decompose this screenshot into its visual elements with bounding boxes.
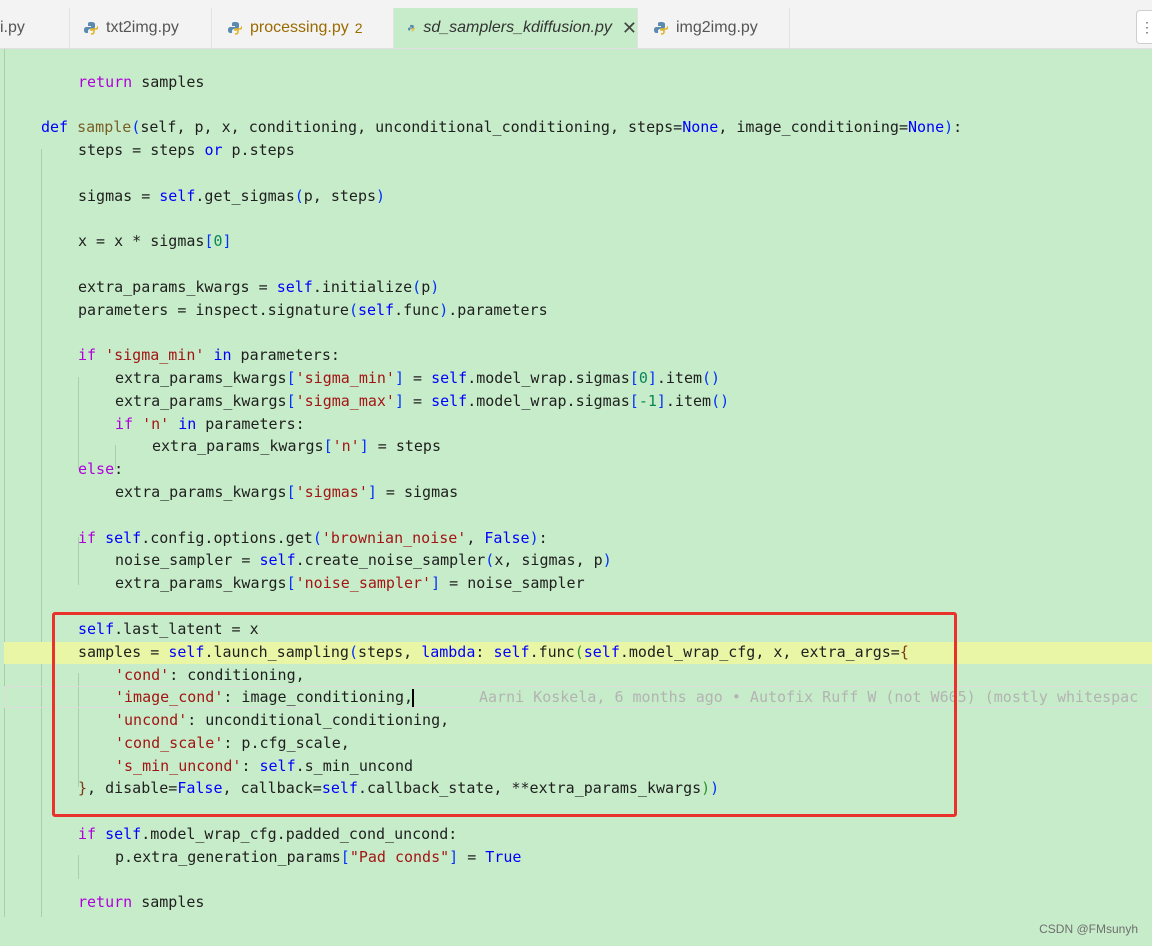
tab-label: sd_samplers_kdiffusion.py	[423, 19, 612, 36]
tab-label: txt2img.py	[106, 19, 179, 36]
code-line: if 'sigma_min' in parameters:	[78, 346, 340, 364]
tab-label: img2img.py	[676, 19, 758, 36]
code-line: return samples	[78, 73, 205, 91]
code-line: noise_sampler = self.create_noise_sample…	[115, 551, 612, 569]
code-line: extra_params_kwargs['sigmas'] = sigmas	[115, 483, 459, 501]
code-line: p.extra_generation_params["Pad conds"] =…	[115, 848, 522, 866]
code-line: if 'n' in parameters:	[115, 415, 305, 433]
code-line: else:	[78, 460, 124, 478]
code-line: return samples	[78, 893, 205, 911]
code-line: extra_params_kwargs['noise_sampler'] = n…	[115, 574, 585, 592]
python-file-icon	[654, 22, 668, 35]
code-line: extra_params_kwargs['sigma_min'] = self.…	[115, 369, 721, 387]
code-line: extra_params_kwargs['n'] = steps	[152, 437, 441, 455]
code-line: extra_params_kwargs = self.initialize(p)	[78, 278, 440, 296]
indent-guide	[78, 855, 79, 879]
indent-guide	[41, 149, 42, 917]
watermark: CSDN @FMsunyh	[1039, 922, 1138, 936]
close-icon[interactable]: ✕	[622, 18, 637, 39]
code-line: if self.model_wrap_cfg.padded_cond_uncon…	[78, 825, 458, 843]
code-line: if self.config.options.get('brownian_noi…	[78, 529, 548, 547]
code-line: def sample(self, p, x, conditioning, unc…	[41, 118, 963, 136]
code-line: parameters = inspect.signature(self.func…	[78, 301, 548, 319]
tab-i-py[interactable]: i.py	[0, 8, 70, 48]
tab-processing[interactable]: processing.py 2	[212, 8, 394, 48]
annotation-highlight-box	[52, 612, 957, 817]
code-line: x = x * sigmas[0]	[78, 232, 232, 250]
tab-sd-samplers-kdiffusion[interactable]: sd_samplers_kdiffusion.py ✕	[394, 8, 638, 48]
more-actions-icon[interactable]: ⋮	[1136, 10, 1152, 44]
code-line: sigmas = self.get_sigmas(p, steps)	[78, 187, 386, 205]
tab-label: processing.py	[250, 19, 349, 36]
code-line: steps = steps or p.steps	[78, 141, 295, 159]
indent-guide	[78, 377, 79, 469]
problems-count-badge: 2	[354, 20, 363, 36]
tab-txt2img[interactable]: txt2img.py	[70, 8, 212, 48]
python-file-icon	[408, 24, 416, 32]
code-line: extra_params_kwargs['sigma_max'] = self.…	[115, 392, 730, 410]
tab-label: i.py	[0, 19, 25, 36]
editor-tab-bar: i.py txt2img.py processing.py 2 sd_sampl…	[0, 0, 1152, 49]
python-file-icon	[84, 22, 98, 35]
indent-guide	[4, 49, 5, 917]
python-file-icon	[228, 22, 242, 35]
tab-img2img[interactable]: img2img.py	[638, 8, 790, 48]
